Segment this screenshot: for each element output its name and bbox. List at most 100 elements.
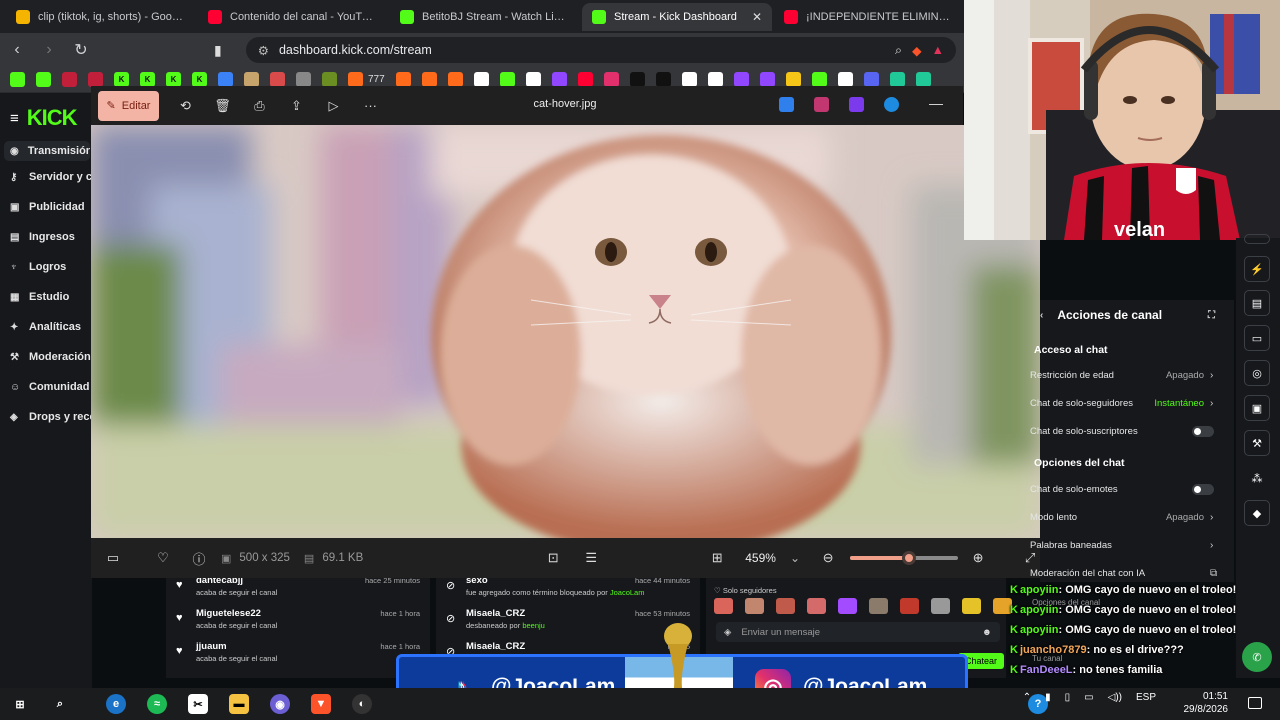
emote-icon[interactable] (900, 598, 919, 614)
bookmark-icon[interactable] (733, 72, 749, 87)
bookmark-icon[interactable] (707, 72, 723, 87)
language-indicator[interactable]: ESP (1136, 692, 1156, 703)
bookmark-icon[interactable]: K (166, 72, 181, 87)
sidebar-item[interactable]: ♆ Logros (10, 261, 66, 273)
obs-icon[interactable]: ◐ (352, 694, 372, 714)
browser-tab[interactable]: clip (tiktok, ig, shorts) - Google Drive (6, 3, 196, 31)
clock[interactable]: 01:51 29/8/2026 (1168, 690, 1229, 716)
zoom-slider[interactable] (850, 551, 959, 565)
onedrive-icon[interactable] (884, 97, 899, 112)
sidebar-item[interactable]: ▤ Ingresos (10, 231, 75, 243)
forward-icon[interactable]: › (40, 41, 58, 59)
bookmark-icon[interactable] (395, 72, 411, 87)
feed-username[interactable]: Misaela_CRZ (466, 608, 525, 619)
gift-icon[interactable]: ◆ (1244, 500, 1270, 526)
designer-icon[interactable] (814, 97, 829, 112)
zoom-dropdown[interactable]: 459% ⌄ (745, 551, 800, 565)
bookmark-label[interactable]: 777 (368, 74, 385, 85)
filmstrip-icon[interactable]: ▭ (105, 550, 121, 566)
clipchamp-video-icon[interactable] (849, 97, 864, 112)
bookmark-icon[interactable] (863, 72, 879, 87)
rail-top-icon[interactable] (1244, 234, 1270, 244)
url-field[interactable]: ⚙ dashboard.kick.com/stream ⌕ ◆ ▲ (245, 37, 956, 63)
bookmark-icon[interactable] (915, 72, 931, 87)
browser-tab[interactable]: Stream - Kick Dashboard ✕ (582, 2, 772, 31)
emote-icon[interactable] (745, 598, 764, 614)
feed-actor[interactable]: JoacoLam (610, 588, 645, 597)
brave-rewards-icon[interactable]: ▲ (932, 43, 944, 57)
zoom-icon[interactable]: ⌕ (895, 43, 902, 58)
setting-toggle[interactable] (1192, 426, 1214, 437)
bookmark-icon[interactable] (322, 72, 337, 87)
windows-start-icon[interactable]: ⊞ (10, 694, 30, 714)
bookmark-icon[interactable] (36, 72, 51, 87)
bookmark-icon[interactable] (551, 72, 567, 87)
bookmark-icon[interactable]: K (114, 72, 129, 87)
network-icon[interactable]: ▭ (1084, 692, 1093, 703)
chevron-up-icon[interactable]: ⌃ (1023, 692, 1031, 703)
bookmark-icon[interactable] (577, 72, 593, 87)
emote-icon[interactable] (962, 598, 981, 614)
wrench-icon[interactable]: ⚒ (1244, 430, 1270, 456)
adjust-icon[interactable]: ☰ (583, 550, 599, 566)
sidebar-item[interactable]: ✦ Analíticas (10, 321, 81, 333)
fit-window-icon[interactable]: ⊞ (709, 550, 725, 566)
bookmark-icon[interactable] (889, 72, 905, 87)
bookmark-icon[interactable] (296, 72, 311, 87)
edge-icon[interactable]: e (106, 694, 126, 714)
sidebar-item[interactable]: ◉ Transmisión (4, 141, 90, 161)
capcut-icon[interactable]: ✂ (188, 694, 208, 714)
bookmark-icon[interactable] (10, 72, 25, 87)
brave-shield-icon[interactable]: ◆ (912, 43, 922, 58)
brave-icon[interactable]: ▼ (311, 694, 331, 714)
channel-setting-row[interactable]: Moderación del chat con IA ⧉ (1030, 568, 1220, 579)
search-icon[interactable]: ⌕ (50, 694, 70, 714)
site-info-icon[interactable]: ⚙ (258, 43, 269, 58)
feed-username[interactable]: sexo (466, 578, 488, 586)
file-explorer-icon[interactable]: ▬ (229, 694, 249, 714)
kick-logo[interactable]: ≡ KICK (10, 105, 78, 131)
emote-icon[interactable] (714, 598, 733, 614)
feed-username[interactable]: dantecabjj (196, 578, 243, 586)
support-icon[interactable]: ✆ (1242, 642, 1272, 672)
channel-setting-row[interactable]: Modo lento Apagado › (1030, 512, 1220, 523)
chrome-icon[interactable]: ◉ (270, 694, 290, 714)
minimize-icon[interactable]: — (929, 95, 943, 111)
notifications-icon[interactable] (1248, 697, 1262, 709)
expand-icon[interactable]: ⛶ (1208, 310, 1215, 321)
emoji-icon[interactable]: ☻ (982, 627, 992, 638)
chat-icon[interactable]: ▭ (1244, 325, 1270, 351)
feed-username[interactable]: jjuaum (196, 641, 227, 652)
bookmark-icon[interactable]: K (140, 72, 155, 87)
channel-setting-row[interactable]: Chat de solo-seguidores Instantáneo › (1030, 398, 1220, 409)
channel-setting-row[interactable]: Chat de solo-emotes (1030, 484, 1220, 495)
visual-search-icon[interactable]: ⊡ (545, 550, 561, 566)
feed-username[interactable]: Misaela_CRZ (466, 641, 525, 652)
volume-icon[interactable]: ◁)) (1108, 692, 1122, 703)
bookmark-icon[interactable] (499, 72, 515, 87)
browser-tab[interactable]: ¡INDEPENDIENTE ELIMINADO (774, 3, 964, 31)
setting-toggle[interactable] (1192, 484, 1214, 495)
bookmark-icon[interactable] (62, 72, 77, 87)
sidebar-item[interactable]: ☺ Comunidad (10, 381, 90, 393)
favorite-icon[interactable]: ♡ (155, 550, 171, 566)
bookmark-icon[interactable] (473, 72, 489, 87)
zoom-out-icon[interactable]: ⊖ (820, 550, 836, 566)
target-icon[interactable]: ◎ (1244, 360, 1270, 386)
tab-close-icon[interactable]: ✕ (752, 10, 762, 24)
bookmark-icon[interactable] (218, 72, 233, 87)
sidebar-item[interactable]: ▦ Estudio (10, 291, 69, 303)
people-icon[interactable]: ⁂ (1244, 465, 1270, 491)
sidebar-item[interactable]: ▣ Publicidad (10, 201, 85, 213)
channel-setting-row[interactable]: Palabras baneadas › (1030, 540, 1220, 551)
usb-icon[interactable]: ▮ (1045, 692, 1051, 703)
bookmark-icon[interactable] (785, 72, 801, 87)
browser-tab[interactable]: Contenido del canal - YouTube Studio (198, 3, 388, 31)
bookmark-icon[interactable] (270, 72, 285, 87)
emote-icon[interactable] (807, 598, 826, 614)
bookmark-icon[interactable] (348, 72, 363, 87)
chat-input[interactable]: ◈ Enviar un mensaje ☻ (716, 622, 1000, 642)
zoom-in-icon[interactable]: ⊕ (970, 550, 986, 566)
bookmark-icon[interactable] (244, 72, 259, 87)
browser-tab[interactable]: BetitoBJ Stream - Watch Live on Kick (390, 3, 580, 31)
